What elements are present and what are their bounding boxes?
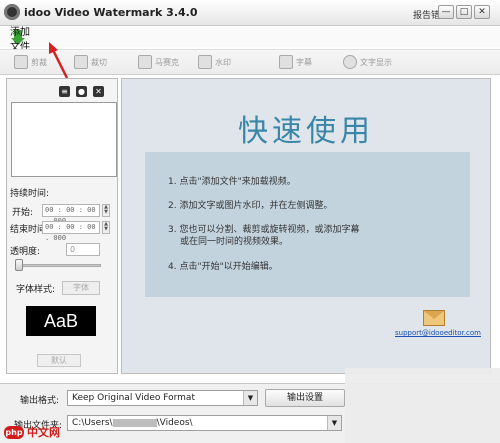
chevron-down-icon[interactable]: ▼ [243,391,257,405]
crop-tool[interactable]: 裁切 [74,55,107,69]
step-1: 1. 点击"添加文件"来加载视频。 [168,177,296,187]
window-title: idoo Video Watermark 3.4.0 [24,6,198,19]
end-time-stepper[interactable]: ▲ ▼ [102,221,110,234]
font-button[interactable]: 字体 [62,281,100,295]
subtitle-tool[interactable]: 字幕 [279,55,312,69]
output-format-label: 输出格式: [20,396,60,406]
list-icon[interactable]: ≡ [59,86,70,97]
text-display-label: 文字显示 [360,57,392,67]
opacity-input[interactable]: 0 [66,243,100,256]
opacity-slider-thumb[interactable] [15,259,23,271]
delete-icon[interactable]: ✕ [93,86,104,97]
site-watermark-logo: php 中文网 [4,424,60,440]
php-badge: php [4,425,24,439]
output-settings-button[interactable]: 输出设置 [265,389,345,407]
watermark-overlay [345,368,500,443]
output-folder-prefix: C:\Users\ [72,418,113,428]
output-folder-suffix: \Videos\ [156,418,193,428]
watermark-tool[interactable]: 水印 [198,55,231,69]
step-2: 2. 添加文字或图片水印，并在左侧调整。 [168,201,333,211]
output-format-select[interactable]: Keep Original Video Format ▼ [67,390,258,406]
opacity-label: 透明度: [10,247,41,257]
trim-tool[interactable]: 剪裁 [14,55,47,69]
output-folder-input[interactable]: C:\Users\ \Videos\ ▼ [67,415,342,431]
minimize-button[interactable]: — [438,5,454,19]
annotation-arrow-icon [49,42,69,79]
support-email-link[interactable]: support@idooeditor.com [395,329,481,337]
settings-icon[interactable]: ● [76,86,87,97]
mosaic-label: 马赛克 [155,57,179,67]
crop-icon [74,55,88,69]
file-toolbar [0,27,500,47]
trim-icon [14,55,28,69]
subtitle-label: 字幕 [296,57,312,67]
chevron-down-icon[interactable]: ▼ [327,416,341,430]
mosaic-tool[interactable]: 马赛克 [138,55,179,69]
app-logo-icon [4,4,20,20]
trim-label: 剪裁 [31,57,47,67]
site-watermark-text: 中文网 [27,426,60,439]
maximize-button[interactable]: □ [456,5,472,19]
step-4: 4. 点击"开始"以开始编辑。 [168,262,278,272]
start-time-input[interactable]: 00 : 00 : 00 . 000 [42,204,100,225]
preview-tools: ≡ ● ✕ [59,86,104,97]
watermark-label: 水印 [215,57,231,67]
end-time-input[interactable]: 00 : 00 : 00 . 000 [42,221,100,242]
add-file-button[interactable]: 添加文件 [6,27,30,53]
subtitle-icon [279,55,293,69]
quick-start-title: 快速使用 [238,114,374,149]
step-3: 3. 您也可以分割、裁剪或旋转视频，或添加字幕 [168,225,360,235]
close-button[interactable]: ✕ [474,5,490,19]
preview-box [11,102,117,177]
crop-label: 裁切 [91,57,107,67]
start-time-stepper[interactable]: ▲ ▼ [102,204,110,217]
redacted-username [112,418,157,427]
mosaic-icon [138,55,152,69]
email-icon [423,310,445,326]
watermark-icon [198,55,212,69]
font-sample: AaB [26,306,96,336]
font-style-label: 字体样式: [16,285,56,295]
duration-label: 持续时间: [10,189,50,199]
step-3-continued: 或在同一时间的视频效果。 [180,237,289,247]
text-display-tool[interactable]: 文字显示 [343,55,392,69]
text-display-icon [343,55,357,69]
output-format-value: Keep Original Video Format [72,393,195,403]
default-button[interactable]: 默认 [37,354,81,367]
start-label: 开始: [12,208,34,218]
opacity-slider-track[interactable] [17,264,101,267]
